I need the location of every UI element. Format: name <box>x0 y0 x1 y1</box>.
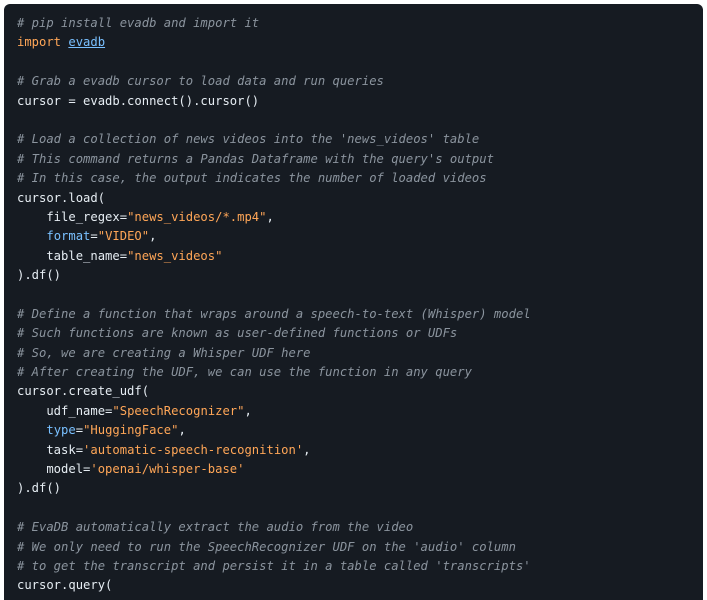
code-block: # pip install evadb and import it import … <box>4 4 703 600</box>
code-line: ).df() <box>17 266 531 285</box>
builtin-arg: format <box>46 229 91 244</box>
comment: # After creating the UDF, we can use the… <box>17 365 472 380</box>
comment: # EvaDB automatically extract the audio … <box>17 520 414 535</box>
comment: # So, we are creating a Whisper UDF here <box>17 345 311 360</box>
code-text: cursor = evadb.connect().cursor() <box>17 93 260 108</box>
code-text: udf_name= <box>17 403 113 418</box>
code-line: # After creating the UDF, we can use the… <box>17 363 531 382</box>
code-text: table_name= <box>17 248 128 263</box>
code-text: = <box>75 423 84 438</box>
comment: # In this case, the output indicates the… <box>17 171 487 186</box>
string-literal: 'automatic-speech-recognition' <box>83 442 304 457</box>
code-line: # to get the transcript and persist it i… <box>17 557 531 576</box>
code-line: # EvaDB automatically extract the audio … <box>17 518 531 537</box>
code-line: # Grab a evadb cursor to load data and r… <box>17 72 531 91</box>
comment: # Define a function that wraps around a … <box>17 306 531 321</box>
builtin-arg: type <box>46 423 76 438</box>
code-line: import evadb <box>17 33 531 52</box>
comment: # Load a collection of news videos into … <box>17 132 480 147</box>
comment: # We only need to run the SpeechRecogniz… <box>17 539 516 554</box>
string-literal: "HuggingFace" <box>83 423 179 438</box>
comment: # This command returns a Pandas Datafram… <box>17 151 494 166</box>
code-text: , <box>244 403 252 418</box>
string-literal: "news_videos/*.mp4" <box>127 209 267 224</box>
code-text: ).df() <box>17 268 62 283</box>
code-text: , <box>178 423 186 438</box>
comment: # to get the transcript and persist it i… <box>17 558 531 573</box>
code-line: # In this case, the output indicates the… <box>17 169 531 188</box>
code-text: , <box>149 229 157 244</box>
module-name[interactable]: evadb <box>68 35 105 49</box>
code-line: # Such functions are known as user-defin… <box>17 324 531 343</box>
string-literal: 'openai/whisper-base' <box>90 461 245 476</box>
code-line: # This command returns a Pandas Datafram… <box>17 150 531 169</box>
comment: # Grab a evadb cursor to load data and r… <box>17 74 384 89</box>
code-line: # Load a collection of news videos into … <box>17 130 531 149</box>
code-line: table_name="news_videos" <box>17 247 531 266</box>
code-line: cursor = evadb.connect().cursor() <box>17 92 531 111</box>
code-line: format="VIDEO", <box>17 227 531 246</box>
code-line: cursor.query( <box>17 576 531 595</box>
code-line: type="HuggingFace", <box>17 421 531 440</box>
keyword: import <box>17 35 62 50</box>
code-text: cursor.load( <box>17 190 106 205</box>
code-line: # So, we are creating a Whisper UDF here <box>17 344 531 363</box>
code-line: task='automatic-speech-recognition', <box>17 441 531 460</box>
code-line: # pip install evadb and import it <box>17 14 531 33</box>
code-text: cursor.create_udf( <box>17 384 150 399</box>
code-line: model='openai/whisper-base' <box>17 460 531 479</box>
code-line: cursor.create_udf( <box>17 382 531 401</box>
comment: # pip install evadb and import it <box>17 16 260 30</box>
code-text: = <box>90 229 98 244</box>
code-content: # pip install evadb and import it import … <box>17 14 531 596</box>
code-text: file_regex= <box>17 209 128 224</box>
comment: # Such functions are known as user-defin… <box>17 326 458 341</box>
code-line: # We only need to run the SpeechRecogniz… <box>17 538 531 557</box>
code-text: , <box>266 209 274 224</box>
code-text: cursor.query( <box>17 578 113 593</box>
code-text: ).df() <box>17 481 62 496</box>
code-text: task= <box>17 442 84 457</box>
code-line: udf_name="SpeechRecognizer", <box>17 402 531 421</box>
code-text: model= <box>17 461 91 476</box>
code-line: file_regex="news_videos/*.mp4", <box>17 208 531 227</box>
code-line: # Define a function that wraps around a … <box>17 305 531 324</box>
string-literal: "VIDEO" <box>97 229 150 244</box>
string-literal: "news_videos" <box>127 248 223 263</box>
code-line: cursor.load( <box>17 189 531 208</box>
string-literal: "SpeechRecognizer" <box>112 403 245 418</box>
code-line: ).df() <box>17 479 531 498</box>
code-text: , <box>303 442 311 457</box>
